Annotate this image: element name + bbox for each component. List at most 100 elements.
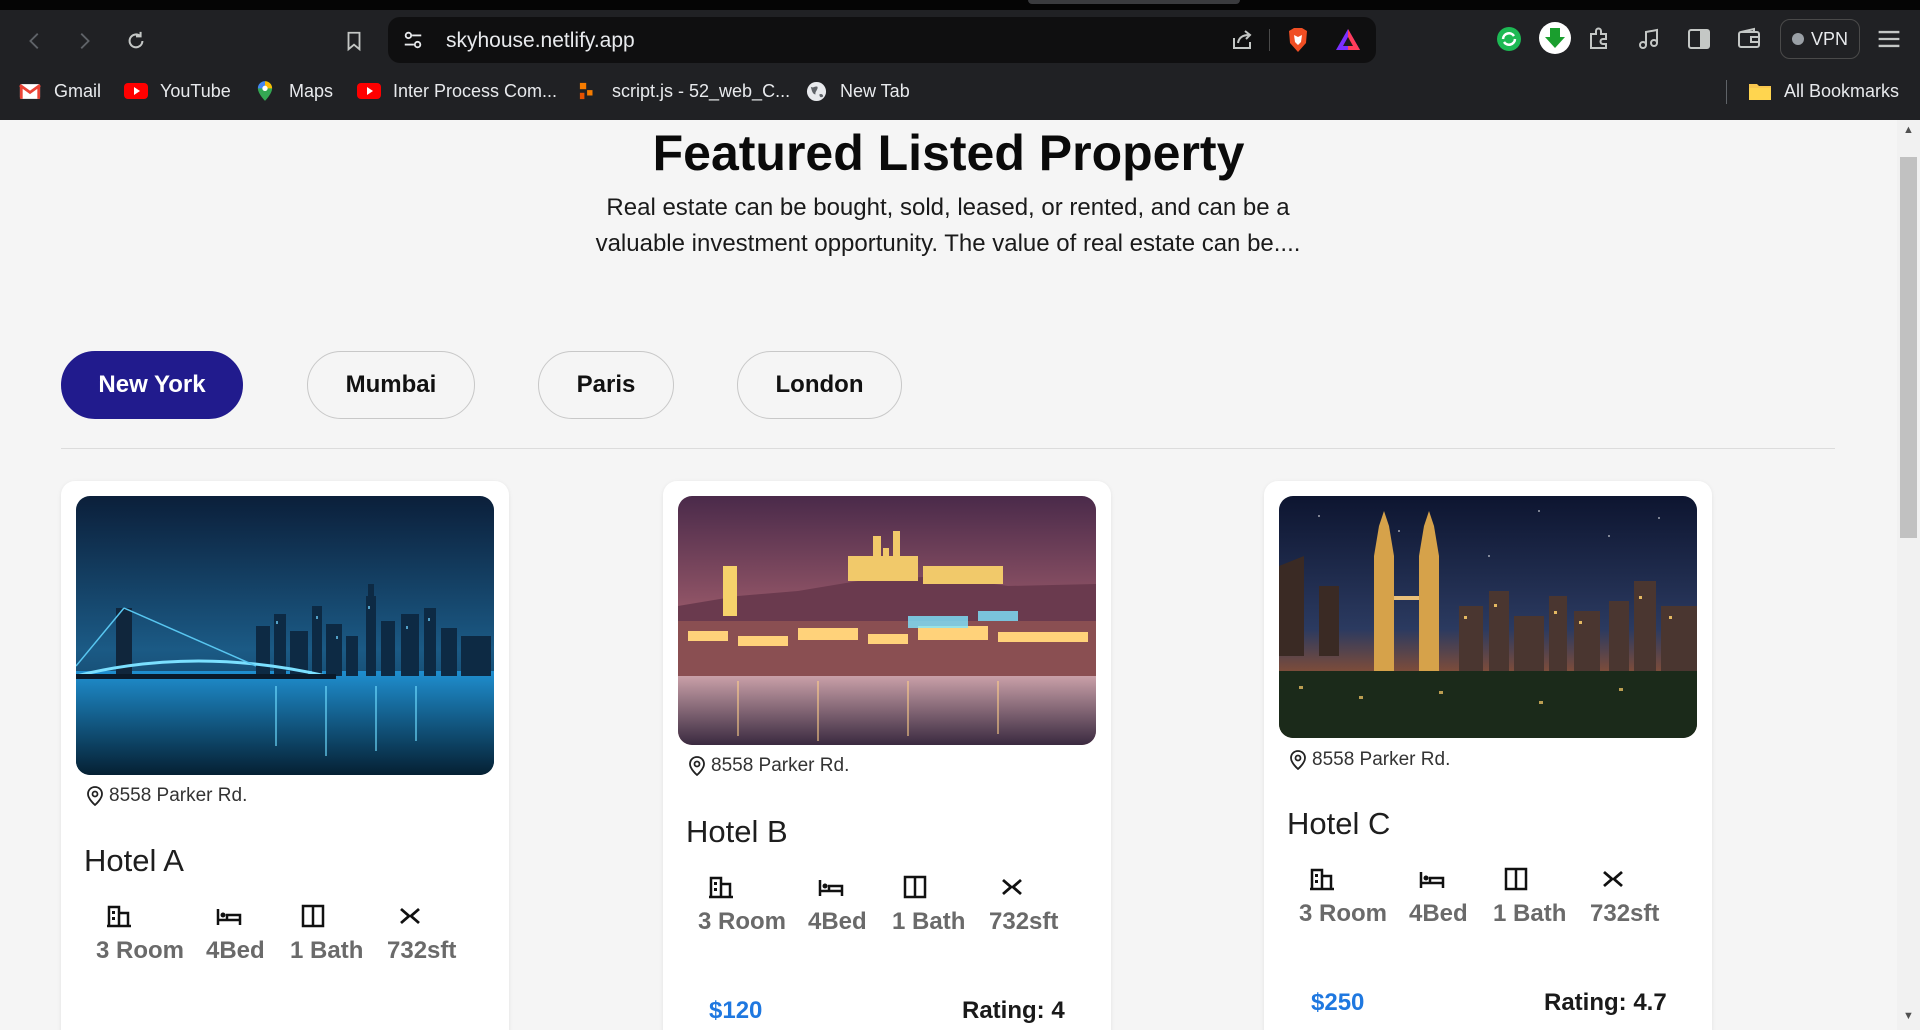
listing-card-hotel-b[interactable]: 8558 Parker Rd. Hotel B 3 Room 4Bed 1 Ba… [663,481,1111,1030]
page-subtitle: Real estate can be bought, sold, leased,… [595,194,1301,257]
brave-shields-icon[interactable] [1286,27,1310,53]
area-feature: 732sft [1590,866,1659,928]
sidebar-toggle-button[interactable] [1684,24,1714,54]
tab-london[interactable]: London [737,351,902,419]
download-icon [1539,22,1571,54]
scroll-up-arrow-icon[interactable]: ▲ [1900,122,1917,138]
share-icon[interactable] [1230,28,1254,52]
rooms-label: 3 Room [1299,900,1388,927]
url-text[interactable]: skyhouse.netlify.app [446,29,635,53]
maps-icon [253,80,277,102]
area-label: 732sft [387,937,457,964]
area-icon [1603,870,1623,888]
omnibox-divider [1269,29,1270,51]
bookmark-maps[interactable]: Maps [253,78,333,104]
bed-icon [216,909,242,925]
scroll-down-arrow-icon[interactable]: ▼ [1900,1008,1917,1024]
baths-label: 1 Bath [290,937,364,964]
sync-extension-button[interactable] [1494,24,1524,54]
vpn-label: VPN [1810,28,1848,49]
baths-label: 1 Bath [1493,900,1567,927]
area-feature: 732sft [989,874,1058,936]
listing-address: 8558 Parker Rd. [1289,749,1450,771]
bookmark-page-button[interactable] [337,24,371,58]
beds-label: 4Bed [808,908,867,935]
tab-strip [0,0,1920,10]
bookmarks-divider [1726,80,1727,104]
menu-icon[interactable] [1874,24,1904,54]
browser-chrome: skyhouse.netlify.app VPN Gmail YouTube M… [0,0,1920,120]
bed-icon [1419,872,1445,888]
bookmark-inter-process[interactable]: Inter Process Com... [357,78,557,104]
baths-feature: 1 Bath [290,903,363,965]
tab-mumbai[interactable]: Mumbai [307,351,475,419]
all-bookmarks[interactable]: All Bookmarks [1748,78,1899,104]
extensions-button[interactable] [1584,24,1614,54]
vpn-status-icon [1791,33,1804,45]
vpn-button[interactable]: VPN [1780,19,1860,59]
rooms-feature: 3 Room [96,903,184,965]
folder-icon [1748,80,1772,102]
hotel-name[interactable]: Hotel C [1287,806,1390,842]
listing-card-hotel-a[interactable]: 8558 Parker Rd. Hotel A 3 Room 4Bed 1 Ba… [61,481,509,1030]
tab-paris[interactable]: Paris [538,351,674,419]
beds-feature: 4Bed [206,903,265,965]
area-label: 732sft [1590,900,1660,927]
rooms-label: 3 Room [96,937,185,964]
address-text: 8558 Parker Rd. [711,755,850,776]
page-title: Featured Listed Property [652,125,1245,181]
bath-icon [301,904,325,928]
wallet-button[interactable] [1734,24,1764,54]
bookmark-script-js[interactable]: script.js - 52_web_C... [576,78,790,104]
area-icon [1002,878,1022,896]
building-icon [709,876,733,899]
listing-card-hotel-c[interactable]: 8558 Parker Rd. Hotel C 3 Room 4Bed 1 Ba… [1264,481,1712,1030]
tab-new-york[interactable]: New York [61,351,243,419]
download-extension-button[interactable] [1538,21,1572,55]
kuala-lumpur-towers-night-photo [1279,496,1697,738]
baths-label: 1 Bath [892,908,966,935]
baths-feature: 1 Bath [892,874,965,936]
brave-rewards-icon[interactable] [1335,27,1361,53]
hotel-name[interactable]: Hotel B [686,814,788,850]
baths-feature: 1 Bath [1493,866,1566,928]
property-photo[interactable] [678,496,1096,745]
property-photo[interactable] [76,496,494,775]
property-photo[interactable] [1279,496,1697,738]
back-arrow-icon [29,33,39,49]
address-bar[interactable]: skyhouse.netlify.app [388,17,1376,63]
rooms-feature: 3 Room [698,874,786,936]
scrollbar-thumb[interactable] [1900,157,1917,538]
page-content: Featured Listed Property Real estate can… [0,120,1897,1030]
sidebar-icon [1688,29,1710,49]
beds-feature: 4Bed [808,874,867,936]
forward-button[interactable] [67,24,101,58]
beds-label: 4Bed [1409,900,1468,927]
tabs-divider [61,448,1835,449]
wallet-icon [1738,27,1760,48]
beds-feature: 4Bed [1409,866,1468,928]
code-icon [576,80,600,102]
building-icon [107,905,131,928]
listing-price: $120 [709,997,763,1024]
media-button[interactable] [1634,24,1664,54]
reload-button[interactable] [119,24,153,58]
listing-price: $250 [1311,989,1365,1016]
puzzle-icon [1590,27,1607,49]
listing-address: 8558 Parker Rd. [688,755,849,777]
tab-indicator[interactable] [1028,0,1240,4]
listing-rating: Rating: 4 [962,997,1065,1024]
bookmarks-bar: Gmail YouTube Maps Inter Process Com... … [0,76,1920,106]
bed-icon [818,880,844,896]
youtube-icon [357,80,381,102]
back-button[interactable] [18,24,52,58]
site-settings-icon[interactable] [402,29,424,51]
bookmark-new-tab[interactable]: New Tab [804,78,910,104]
youtube-icon [124,80,148,102]
listing-rating: Rating: 4.7 [1544,989,1667,1016]
forward-arrow-icon [80,33,90,49]
bookmark-gmail[interactable]: Gmail [18,78,101,104]
hotel-name[interactable]: Hotel A [84,843,184,879]
bookmark-youtube[interactable]: YouTube [124,78,231,104]
prague-castle-night-photo [678,496,1096,745]
